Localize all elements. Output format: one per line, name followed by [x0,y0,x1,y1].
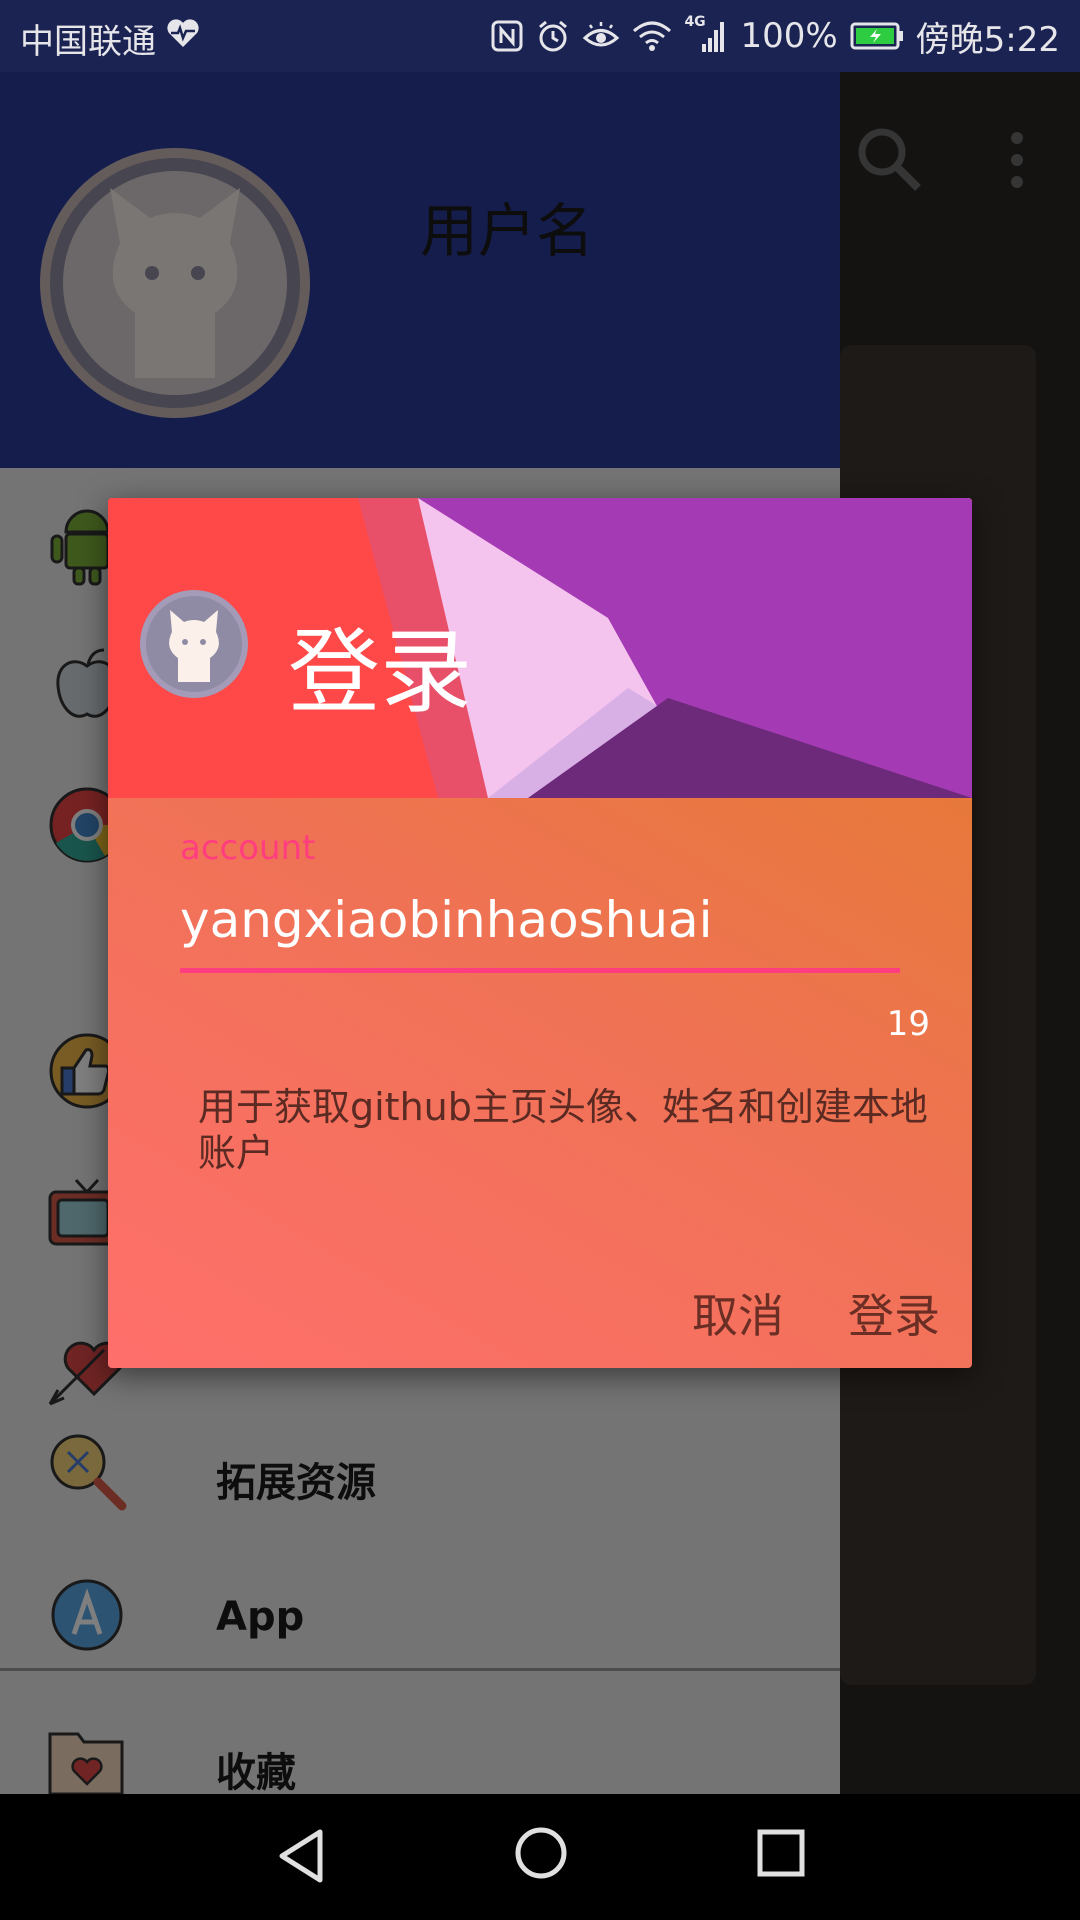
heartbeat-icon [166,18,200,52]
dialog-title: 登录 [288,619,473,726]
battery-percent: 100% [740,16,838,56]
carrier-name: 中国联通 [20,22,156,62]
recent-apps-icon[interactable] [756,1828,806,1882]
status-bar: 中国联通 4G 100% 傍晚5:22 [0,0,1080,72]
clock: 傍晚5:22 [915,19,1060,60]
cellular-signal-icon: 4G [684,14,728,56]
eye-comfort-icon [582,19,620,53]
account-input[interactable] [180,888,900,952]
status-icons: 4G 100% 傍晚5:22 [490,12,1060,60]
nfc-icon [490,19,524,53]
login-button[interactable]: 登录 [848,1280,940,1346]
wifi-icon [632,19,672,53]
network-type: 4G [684,14,706,30]
login-dialog: 登录 account 19 用于获取github主页头像、姓名和创建本地账户 取… [108,498,972,1368]
cancel-button[interactable]: 取消 [692,1280,784,1346]
account-input-underline [180,968,900,973]
dialog-avatar [140,590,248,698]
alarm-icon [536,19,570,53]
battery-charging-icon [850,21,904,51]
account-field-label: account [180,828,316,868]
dialog-description: 用于获取github主页头像、姓名和创建本地账户 [198,1085,928,1175]
back-icon[interactable] [276,1828,326,1888]
system-navigation-bar [0,1794,1080,1920]
home-icon[interactable] [514,1826,568,1884]
character-counter: 19 [886,1004,930,1044]
